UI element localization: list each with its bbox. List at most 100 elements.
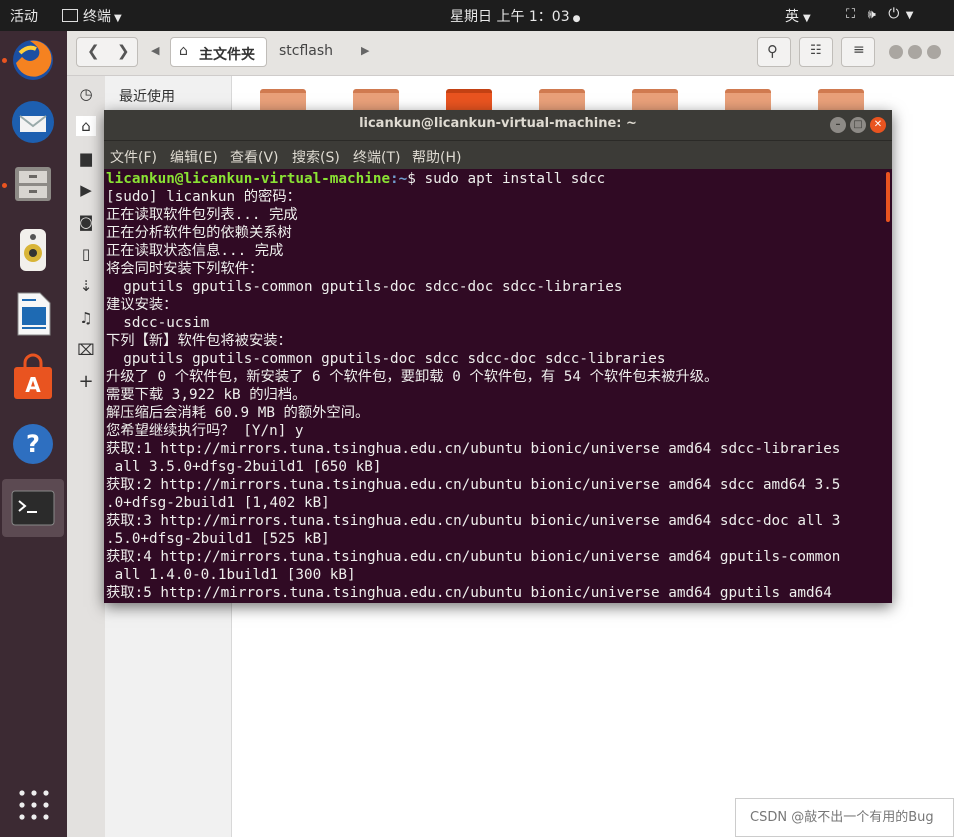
document-icon[interactable]: ▯ (76, 244, 96, 264)
firefox-launcher[interactable] (8, 35, 58, 85)
rhythmbox-launcher[interactable] (8, 225, 58, 275)
add-location-icon[interactable]: + (76, 372, 96, 392)
files-icon (15, 167, 51, 201)
terminal-titlebar[interactable]: licankun@licankun-virtual-machine: ~ – □… (104, 110, 892, 140)
notification-dot-icon: ● (572, 14, 581, 24)
menu-edit[interactable]: 编辑(E) (170, 147, 218, 167)
output-line: 正在读取状态信息... 完成 (106, 243, 284, 259)
search-button[interactable]: ⚲ (757, 37, 791, 67)
output-line: 将会同时安装下列软件： (106, 261, 264, 277)
view-toggle-button[interactable]: ☷ (799, 37, 833, 67)
output-line: gputils gputils-common gputils-doc sdcc … (106, 351, 666, 367)
menu-search[interactable]: 搜索(S) (292, 147, 340, 167)
folder-icon[interactable]: ▆ (76, 148, 96, 168)
menu-help[interactable]: 帮助(H) (412, 147, 461, 167)
home-icon[interactable]: ⌂ (76, 116, 96, 136)
download-icon[interactable]: ⇣ (76, 276, 96, 296)
prompt-user: licankun@licankun-virtual-machine (106, 171, 391, 187)
maximize-button[interactable] (908, 45, 922, 59)
path-home-label: 主文件夹 (199, 47, 255, 63)
output-line: 获取:2 http://mirrors.tuna.tsinghua.edu.cn… (106, 477, 841, 493)
network-icon: ⛶ (846, 7, 856, 22)
output-line: 建议安装： (106, 297, 178, 313)
firefox-icon (13, 40, 53, 80)
top-bar: 活动 终端 ▼ 星期日 上午 1：03 ● 英 ▼ ⛶ 🕪 ⏻ ▼ (0, 0, 954, 31)
path-stcflash-label: stcflash (279, 43, 334, 59)
file-manager-headerbar: ❮ ❯ ◀ ⌂ 主文件夹 stcflash ▶ ⚲ ☷ ≡ (67, 31, 954, 76)
output-line: all 1.4.0-0.1build1 [300 kB] (106, 567, 356, 583)
menu-view[interactable]: 查看(V) (230, 147, 279, 167)
chevron-down-icon: ▼ (905, 10, 914, 21)
terminal-output[interactable]: licankun@licankun-virtual-machine:~$ sud… (106, 170, 884, 602)
prompt-path: :~ (390, 171, 408, 187)
sidebar-item-label: 最近使用 (119, 89, 175, 105)
video-icon[interactable]: ▶ (76, 180, 96, 200)
shopping-bag-icon: A (14, 353, 52, 399)
output-line: 解压缩后会消耗 60.9 MB 的额外空间。 (106, 405, 370, 421)
output-line: 获取:5 http://mirrors.tuna.tsinghua.edu.cn… (106, 585, 832, 601)
files-launcher[interactable] (8, 159, 58, 209)
output-line: 正在读取软件包列表... 完成 (106, 207, 298, 223)
camera-icon[interactable]: ◙ (76, 212, 96, 232)
volume-icon: 🕪 (867, 7, 876, 22)
close-button[interactable] (927, 45, 941, 59)
dock: A ? (0, 31, 67, 837)
output-line: 获取:1 http://mirrors.tuna.tsinghua.edu.cn… (106, 441, 841, 457)
menu-file[interactable]: 文件(F) (110, 147, 157, 167)
minimize-button[interactable] (889, 45, 903, 59)
path-button-home[interactable]: ⌂ 主文件夹 (170, 37, 267, 67)
terminal-icon (11, 490, 55, 526)
chevron-down-icon: ▼ (803, 13, 811, 24)
prompt-command: $ sudo apt install sdcc (407, 171, 606, 187)
output-line: gputils gputils-common gputils-doc sdcc-… (106, 279, 623, 295)
close-button[interactable]: ✕ (870, 117, 886, 133)
output-line: 获取:4 http://mirrors.tuna.tsinghua.edu.cn… (106, 549, 841, 565)
svg-text:A: A (25, 373, 41, 397)
chevron-down-icon: ▼ (114, 13, 122, 24)
clock[interactable]: 星期日 上午 1：03 ● (450, 6, 580, 26)
activities-button[interactable]: 活动 (10, 6, 38, 26)
prompt-line: licankun@licankun-virtual-machine:~$ sud… (106, 170, 884, 188)
system-menu[interactable]: ⛶ 🕪 ⏻ ▼ (846, 6, 913, 22)
input-method-label: 英 (785, 9, 799, 25)
menu-terminal[interactable]: 终端(T) (353, 147, 400, 167)
maximize-button[interactable]: □ (850, 117, 866, 133)
power-icon: ⏻ (888, 6, 900, 22)
speaker-icon (20, 229, 46, 271)
writer-launcher[interactable] (8, 289, 58, 339)
home-icon: ⌂ (179, 43, 188, 59)
output-line: all 3.5.0+dfsg-2build1 [650 kB] (106, 459, 382, 475)
output-line: 获取:3 http://mirrors.tuna.tsinghua.edu.cn… (106, 513, 841, 529)
forward-button[interactable]: ❯ (117, 42, 130, 60)
terminal-launcher[interactable] (8, 483, 58, 533)
trash-icon[interactable]: ⌧ (76, 340, 96, 360)
help-launcher[interactable]: ? (8, 419, 58, 469)
minimize-button[interactable]: – (830, 117, 846, 133)
output-line: 需要下载 3,922 kB 的归档。 (106, 387, 307, 403)
menu-button[interactable]: ≡ (841, 37, 875, 67)
nav-buttons: ❮ ❯ (76, 37, 138, 67)
clock-icon[interactable]: ◷ (76, 84, 96, 104)
input-method-menu[interactable]: 英 ▼ (785, 6, 811, 26)
list-view-icon: ☷ (810, 43, 822, 58)
grid-icon[interactable] (17, 788, 51, 822)
terminal-icon (62, 9, 78, 22)
terminal-window[interactable]: licankun@licankun-virtual-machine: ~ – □… (104, 110, 892, 603)
thunderbird-launcher[interactable] (8, 97, 58, 147)
output-line: [sudo] licankun 的密码： (106, 189, 301, 205)
output-line: .5.0+dfsg-2build1 [525 kB] (106, 531, 330, 547)
scrollbar-thumb[interactable] (886, 172, 890, 222)
app-menu[interactable]: 终端 ▼ (62, 6, 122, 26)
output-line: 升级了 0 个软件包，新安装了 6 个软件包，要卸载 0 个软件包，有 54 个… (106, 369, 719, 385)
music-icon[interactable]: ♫ (76, 308, 96, 328)
path-button-stcflash[interactable]: stcflash (279, 43, 333, 59)
output-line: 下列【新】软件包将被安装： (106, 333, 292, 349)
sidebar-item-recent[interactable]: 最近使用 (119, 86, 175, 106)
search-icon: ⚲ (767, 42, 778, 60)
document-icon (17, 292, 51, 336)
path-scroll-left-icon[interactable]: ◀ (151, 44, 159, 57)
thunderbird-icon (12, 101, 54, 143)
path-scroll-right-icon[interactable]: ▶ (361, 44, 369, 57)
back-button[interactable]: ❮ (87, 42, 100, 60)
software-launcher[interactable]: A (8, 353, 58, 403)
